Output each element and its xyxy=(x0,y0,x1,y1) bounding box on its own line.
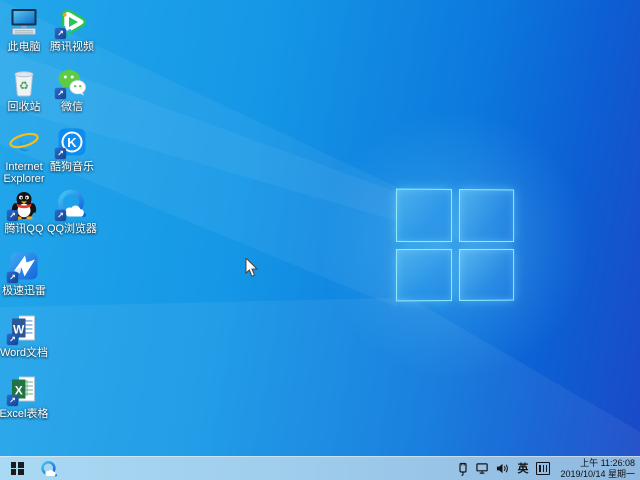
qq-browser-icon: ↗ xyxy=(56,188,88,220)
shortcut-arrow-badge: ↗ xyxy=(55,210,66,221)
svg-text:K: K xyxy=(67,135,77,150)
desktop-icon-tencent-video[interactable]: ↗ 腾讯视频 xyxy=(40,6,104,53)
ime-language-indicator[interactable]: 英 xyxy=(516,462,529,476)
word-document-icon: W ↗ xyxy=(8,312,40,344)
svg-text:♻: ♻ xyxy=(19,81,29,93)
shortcut-arrow-badge: ↗ xyxy=(7,395,18,406)
svg-text:e: e xyxy=(18,127,30,157)
wechat-icon: ↗ xyxy=(56,66,88,98)
usb-safely-remove-icon[interactable] xyxy=(456,462,469,476)
taskbar: 英 上午 11:26:08 2019/10/14 星期一 xyxy=(0,456,640,480)
taskbar-app-qq-browser[interactable] xyxy=(34,457,64,480)
desktop-icon-xunlei[interactable]: ↗ 极速迅雷 xyxy=(0,250,56,297)
system-tray: 英 上午 11:26:08 2019/10/14 星期一 xyxy=(456,458,640,480)
desktop-icon-qq-browser[interactable]: ↗ QQ浏览器 xyxy=(40,188,104,235)
network-icon[interactable] xyxy=(476,462,489,476)
shortcut-arrow-badge: ↗ xyxy=(55,148,66,159)
shortcut-arrow-badge: ↗ xyxy=(7,272,18,283)
qq-penguin-icon: ↗ xyxy=(8,188,40,220)
volume-icon[interactable] xyxy=(496,462,509,476)
this-pc-icon xyxy=(8,6,40,38)
shortcut-arrow-badge: ↗ xyxy=(7,210,18,221)
internet-explorer-icon: e xyxy=(8,126,40,158)
windows-logo-pane xyxy=(396,189,452,242)
icon-label: 腾讯视频 xyxy=(40,41,104,53)
recycle-bin-icon: ♻ xyxy=(8,66,40,98)
desktop-icon-kugou-music[interactable]: K ↗ 酷狗音乐 xyxy=(40,126,104,173)
shortcut-arrow-badge: ↗ xyxy=(55,28,66,39)
kugou-music-icon: K ↗ xyxy=(56,126,88,158)
icon-label: QQ浏览器 xyxy=(40,223,104,235)
windows-logo-wallpaper xyxy=(396,189,514,302)
clock-date: 2019/10/14 星期一 xyxy=(560,469,635,480)
tencent-video-icon: ↗ xyxy=(56,6,88,38)
desktop-icon-word[interactable]: W ↗ Word文档 xyxy=(0,312,56,359)
windows-logo-pane xyxy=(459,248,514,301)
taskbar-clock[interactable]: 上午 11:26:08 2019/10/14 星期一 xyxy=(557,458,635,480)
icon-label: 酷狗音乐 xyxy=(40,161,104,173)
shortcut-arrow-badge: ↗ xyxy=(7,334,18,345)
desktop-icon-excel[interactable]: X ↗ Excel表格 xyxy=(0,373,56,420)
excel-spreadsheet-icon: X ↗ xyxy=(8,373,40,405)
windows-logo-pane xyxy=(396,249,452,302)
icon-label: 极速迅雷 xyxy=(0,285,56,297)
windows-logo-pane xyxy=(459,189,514,242)
ime-mode-icon[interactable] xyxy=(536,462,550,475)
icon-label: 微信 xyxy=(40,101,104,113)
clock-time: 上午 11:26:08 xyxy=(560,458,635,469)
icon-label: Word文档 xyxy=(0,347,56,359)
windows-start-icon xyxy=(11,462,24,475)
qq-browser-taskbar-icon xyxy=(40,460,58,478)
desktop-icon-wechat[interactable]: ↗ 微信 xyxy=(40,66,104,113)
xunlei-bird-icon: ↗ xyxy=(8,250,40,282)
shortcut-arrow-badge: ↗ xyxy=(55,88,66,99)
start-button[interactable] xyxy=(0,457,34,480)
icon-label: Excel表格 xyxy=(0,408,56,420)
